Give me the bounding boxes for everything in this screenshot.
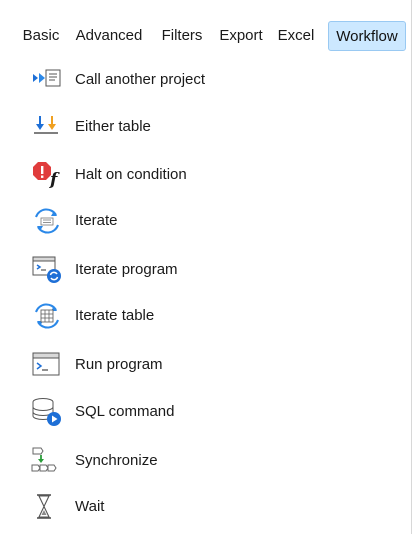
list-item-run-program[interactable]: Run program <box>30 349 390 381</box>
iterate-icon <box>30 205 64 237</box>
tab-basic[interactable]: Basic <box>18 21 64 51</box>
tab-filters[interactable]: Filters <box>158 21 206 51</box>
item-label: SQL command <box>75 403 175 420</box>
item-label: Synchronize <box>75 452 158 469</box>
item-label: Iterate table <box>75 307 155 324</box>
workflow-panel: Basic Advanced Filters Export Excel Work… <box>0 0 412 534</box>
either-table-icon <box>30 111 64 143</box>
halt-condition-icon: f <box>30 159 64 191</box>
list-item-iterate[interactable]: Iterate <box>30 205 390 237</box>
list-item-either-table[interactable]: Either table <box>30 111 390 143</box>
list-item-synchronize[interactable]: Synchronize <box>30 445 390 477</box>
list-item-call-another-project[interactable]: Call another project <box>30 64 390 96</box>
list-item-halt-on-condition[interactable]: f Halt on condition <box>30 159 390 191</box>
tab-export[interactable]: Export <box>216 21 266 51</box>
list-item-sql-command[interactable]: SQL command <box>30 396 390 428</box>
iterate-table-icon <box>30 300 64 332</box>
run-program-icon <box>30 349 64 381</box>
tab-excel[interactable]: Excel <box>276 21 316 51</box>
list-item-iterate-program[interactable]: Iterate program <box>30 254 390 286</box>
svg-text:f: f <box>49 170 60 190</box>
item-label: Either table <box>75 118 151 135</box>
list-item-iterate-table[interactable]: Iterate table <box>30 300 390 332</box>
item-label: Run program <box>75 356 163 373</box>
synchronize-icon <box>30 445 64 477</box>
item-label: Wait <box>75 498 105 515</box>
list-item-wait[interactable]: Wait <box>30 491 390 523</box>
call-project-icon <box>30 64 64 96</box>
item-label: Halt on condition <box>75 166 187 183</box>
sql-command-icon <box>30 396 64 428</box>
wait-icon <box>30 491 64 523</box>
iterate-program-icon <box>30 254 64 286</box>
tab-advanced[interactable]: Advanced <box>72 21 146 51</box>
item-label: Call another project <box>75 71 206 88</box>
tab-workflow[interactable]: Workflow <box>328 21 406 51</box>
item-label: Iterate <box>75 212 118 229</box>
item-label: Iterate program <box>75 261 178 278</box>
